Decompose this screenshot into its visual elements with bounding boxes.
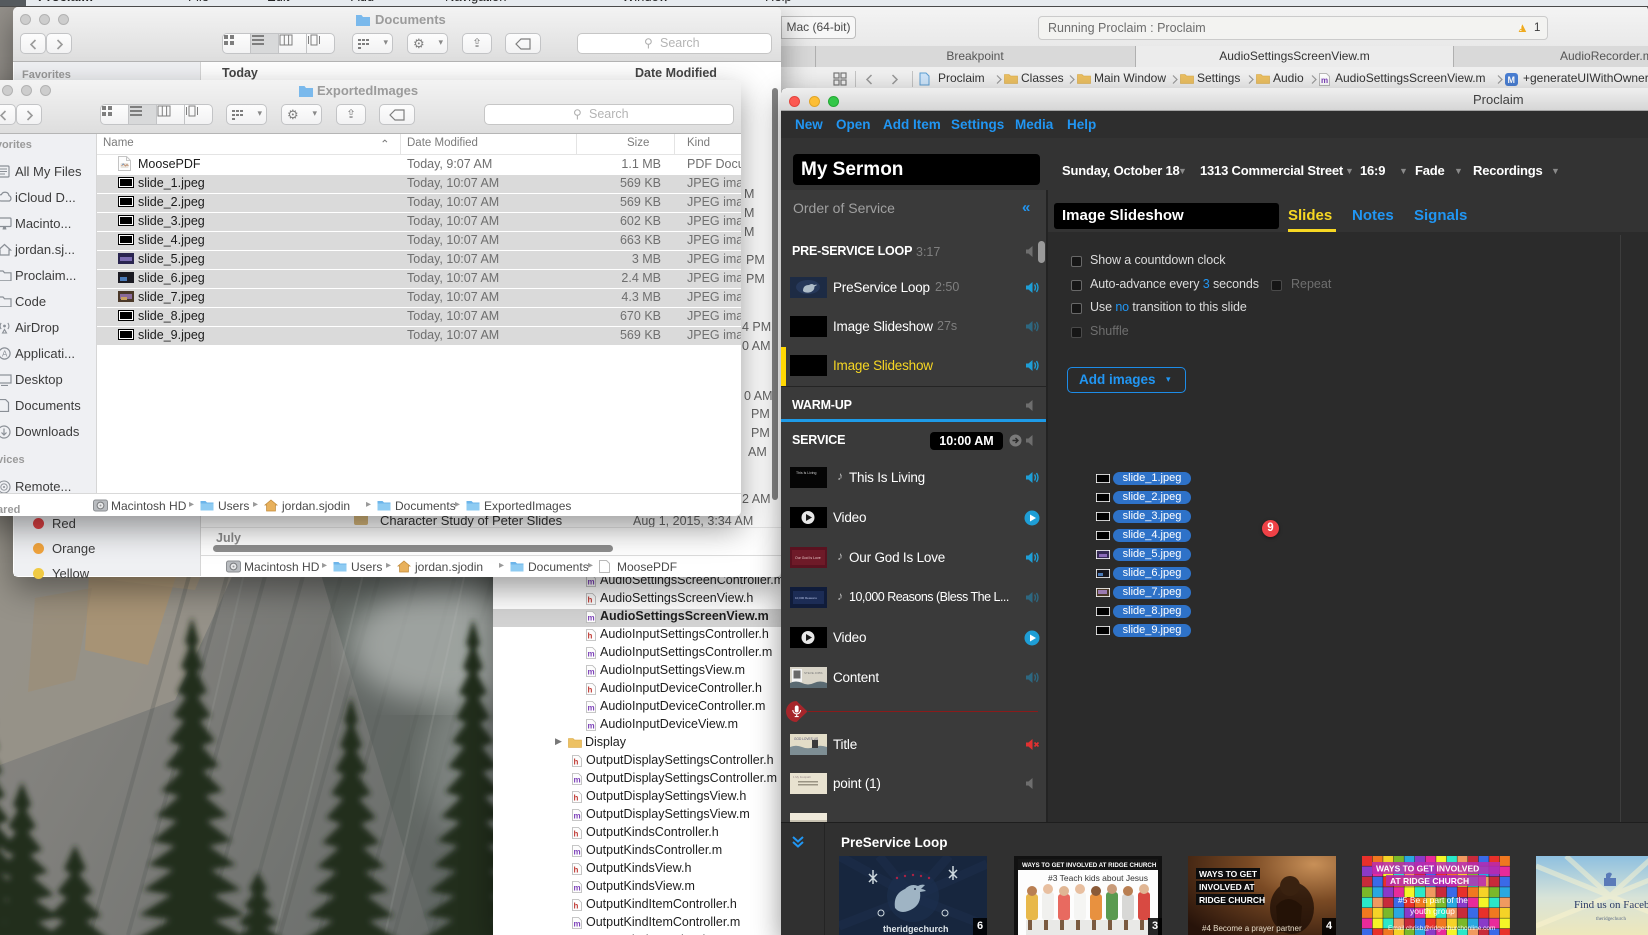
svg-text:m: m xyxy=(588,704,595,713)
svg-text:h: h xyxy=(574,794,579,803)
svg-text:#4 Become a prayer partner: #4 Become a prayer partner xyxy=(1202,924,1302,933)
svg-text:m: m xyxy=(1321,76,1328,85)
svg-text:h: h xyxy=(588,596,593,605)
svg-text:m: m xyxy=(574,884,581,893)
svg-text:A: A xyxy=(2,350,8,359)
svg-text:h: h xyxy=(574,758,579,767)
svg-text:h: h xyxy=(574,902,579,911)
svg-text:WAYS TO GET: WAYS TO GET xyxy=(1199,869,1258,879)
svg-text:m: m xyxy=(574,920,581,929)
svg-text:m: m xyxy=(574,848,581,857)
svg-text:theridgechurch: theridgechurch xyxy=(883,924,949,934)
svg-text:Find us on Facebo: Find us on Facebo xyxy=(1574,899,1648,911)
svg-text:m: m xyxy=(588,650,595,659)
svg-text:#3 Teach kids about Jesus: #3 Teach kids about Jesus xyxy=(1048,873,1148,883)
svg-text:Our God Is Love: Our God Is Love xyxy=(795,556,821,560)
svg-text:m: m xyxy=(588,722,595,731)
svg-text:h: h xyxy=(574,866,579,875)
svg-text:h: h xyxy=(574,830,579,839)
svg-text:This Is Living: This Is Living xyxy=(796,471,816,475)
svg-text:#5 Be a part of the: #5 Be a part of the xyxy=(1398,895,1468,905)
svg-text:INVOLVED AT: INVOLVED AT xyxy=(1199,882,1255,892)
svg-text:M: M xyxy=(1508,75,1516,85)
svg-text:h: h xyxy=(588,686,593,695)
svg-text:1 My Footpath: 1 My Footpath xyxy=(793,775,811,779)
svg-text:AT RIDGE CHURCH: AT RIDGE CHURCH xyxy=(1390,876,1469,886)
svg-text:m: m xyxy=(588,614,595,623)
svg-text:Email chrisb@ridgechurchonline: Email chrisb@ridgechurchonline.com xyxy=(1388,925,1495,932)
svg-text:youth group: youth group xyxy=(1410,906,1455,916)
svg-text:10,000 Reasons: 10,000 Reasons xyxy=(795,596,817,600)
svg-text:RIDGE CHURCH: RIDGE CHURCH xyxy=(1199,895,1265,905)
svg-text:WAYS TO GET INVOLVED AT RIDGE: WAYS TO GET INVOLVED AT RIDGE CHURCH xyxy=(1022,862,1157,869)
svg-text:m: m xyxy=(588,578,595,587)
svg-text:m: m xyxy=(574,812,581,821)
svg-text:m: m xyxy=(574,776,581,785)
svg-text:STEVE JOBS: STEVE JOBS xyxy=(804,671,823,675)
svg-text:m: m xyxy=(588,668,595,677)
svg-text:h: h xyxy=(588,632,593,641)
svg-text:WAYS TO GET INVOLVED: WAYS TO GET INVOLVED xyxy=(1376,864,1479,874)
svg-text:theridgechurch: theridgechurch xyxy=(1596,917,1626,922)
